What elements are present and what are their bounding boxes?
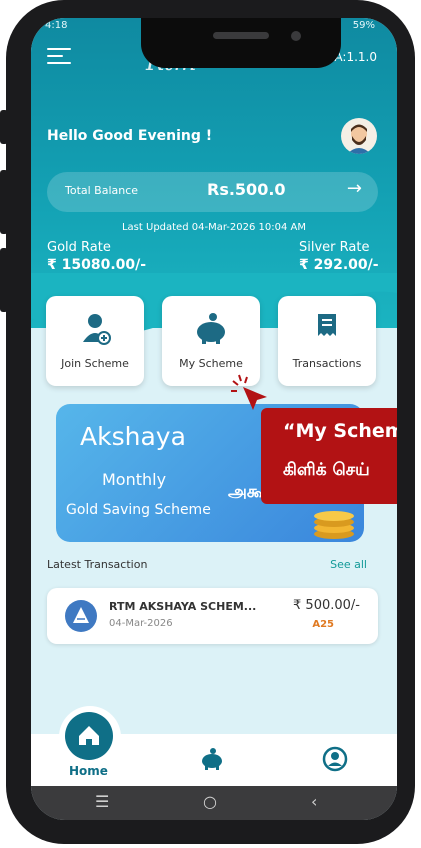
menu-icon[interactable] [47,48,71,66]
silver-rate-value: ₹ 292.00/- [299,257,379,273]
transaction-code: A25 [312,619,334,630]
balance-value: Rs.500.0 [207,180,286,199]
join-scheme-card[interactable]: Join Scheme [46,296,144,386]
latest-transaction-title: Latest Transaction [47,558,148,571]
see-all-link[interactable]: See all [330,558,367,571]
user-avatar-icon [347,124,371,154]
my-scheme-label: My Scheme [179,357,243,370]
transaction-icon [65,600,97,632]
gold-coins-icon [314,511,354,539]
transaction-amount: ₹ 500.00/- [293,598,360,613]
gold-rate-label: Gold Rate [47,240,111,255]
banner-subtitle: Monthly [102,470,167,489]
user-add-icon [83,314,111,345]
piggy-bank-icon [197,313,225,344]
camera-notch [141,18,341,68]
back-icon[interactable]: ‹ [311,792,317,811]
banner-title: Akshaya [80,422,186,451]
total-balance-card[interactable]: Total Balance Rs.500.0 → [47,172,378,212]
transaction-name: RTM AKSHAYA SCHEM... [109,600,257,613]
home-icon [79,726,99,745]
balance-label: Total Balance [65,184,139,197]
home-circle-icon[interactable]: ○ [203,792,217,811]
gold-rate-value: ₹ 15080.00/- [47,257,147,273]
banner-caption: Gold Saving Scheme [66,502,211,518]
promo-callout: “My Scheme கிளிக் செய் [261,408,397,504]
greeting-text: Hello Good Evening ! [47,128,213,144]
transactions-label: Transactions [292,357,362,370]
profile-icon[interactable] [322,746,348,772]
promo-line-1: “My Scheme [283,420,397,442]
system-nav-bar: ☰ ○ ‹ [31,786,397,820]
gold-rate: Gold Rate ₹ 15080.00/- [47,240,146,273]
status-battery: 59% [352,20,375,31]
recents-icon[interactable]: ☰ [95,792,109,811]
home-tab-button[interactable] [65,712,113,760]
promo-line-2: கிளிக் செய் [283,460,370,480]
join-scheme-label: Join Scheme [61,357,129,370]
transaction-row[interactable]: RTM AKSHAYA SCHEM... 04-Mar-2026 ₹ 500.0… [47,588,378,644]
transactions-card[interactable]: Transactions [278,296,376,386]
arrow-right-icon: → [346,178,362,199]
avatar[interactable] [341,118,377,154]
app-screen: 4:18 59% Rtm VA:1.1.0 Hello Good Evening… [31,18,397,820]
status-time: 4:18 [45,20,68,31]
silver-rate-label: Silver Rate [299,240,370,255]
receipt-icon [318,314,336,336]
last-updated: Last Updated 04-Mar-2026 10:04 AM [121,222,306,233]
piggy-bank-tab-icon[interactable] [199,746,225,772]
home-tab-label: Home [69,764,108,778]
transaction-date: 04-Mar-2026 [109,618,173,629]
tap-cursor-icon [231,374,267,410]
silver-rate: Silver Rate ₹ 292.00/- [299,240,379,273]
